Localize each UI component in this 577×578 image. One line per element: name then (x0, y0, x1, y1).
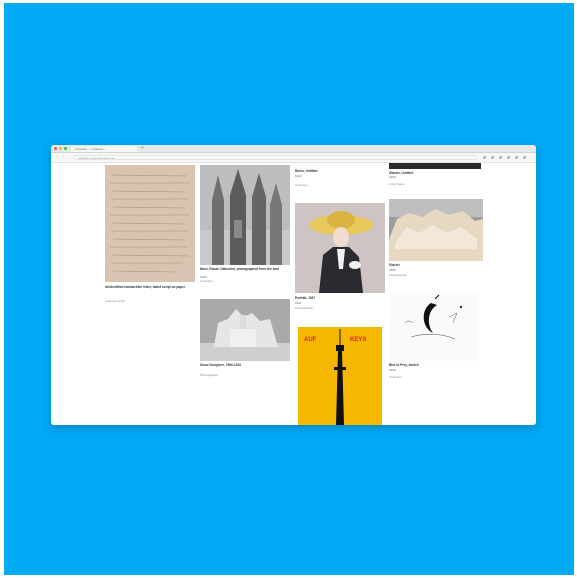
back-button[interactable]: ‹ (56, 154, 58, 161)
browser-window: Artworks — Collection + ‹ › collection.e… (51, 145, 536, 425)
artwork-image-strip[interactable] (389, 163, 481, 169)
artwork-card[interactable]: Snow Sculpture, 1906-1910 Photographer (200, 299, 290, 399)
artwork-card[interactable]: Ruins, Untitled 1922 Unknown (295, 169, 385, 199)
artwork-image-snow-sculpture[interactable] (200, 299, 290, 361)
artwork-artist: Photographer (389, 273, 408, 277)
artwork-title[interactable]: Nave, Rouen Cathedral, photographed from… (200, 267, 290, 271)
artwork-card[interactable]: Nave, Rouen Cathedral, photographed from… (200, 163, 290, 283)
minimize-window-dot[interactable] (59, 147, 62, 150)
artwork-card[interactable]: Glacier 1895 Photographer (389, 199, 483, 284)
navigation-bar: ‹ › collection.example/artworks (51, 153, 536, 163)
artwork-artist: Unknown (295, 183, 308, 187)
artwork-grid: Unidentified handwritten letter, faded s… (51, 163, 536, 425)
artwork-image-sketch[interactable] (391, 293, 479, 361)
artwork-image-letter[interactable] (105, 165, 195, 282)
artwork-date: 1937 (295, 301, 302, 305)
artwork-image-portrait[interactable] (295, 203, 385, 293)
artwork-image-cathedral[interactable] (200, 165, 290, 265)
address-bar[interactable]: collection.example/artworks (73, 155, 477, 160)
tab-active[interactable]: Artworks — Collection (71, 146, 137, 152)
share-icon[interactable] (507, 156, 510, 159)
artwork-image-poster[interactable]: AUF KEYS (298, 327, 382, 425)
backdrop: Artworks — Collection + ‹ › collection.e… (4, 3, 574, 575)
artwork-artist: Artist Name (389, 182, 405, 186)
artwork-card[interactable]: Unidentified handwritten letter, faded s… (105, 163, 195, 323)
artwork-date: 1922 (295, 174, 302, 178)
artwork-title[interactable]: Glacier (389, 263, 483, 267)
artwork-title[interactable]: Bird of Prey, sketch (389, 363, 481, 367)
artwork-artist: Unknown artist (105, 299, 125, 303)
artwork-date: 1930 (389, 368, 396, 372)
menu-icon[interactable] (523, 156, 526, 159)
forward-button[interactable]: › (63, 154, 65, 161)
close-window-dot[interactable] (54, 147, 57, 150)
artwork-title[interactable]: Snow Sculpture, 1906-1910 (200, 363, 290, 367)
artwork-card[interactable]: Portrait, 1937 1937 Photographer (295, 201, 385, 316)
tab-strip: Artworks — Collection + (51, 145, 536, 153)
bookmark-icon[interactable] (483, 156, 486, 159)
artwork-title[interactable]: Portrait, 1937 (295, 296, 385, 300)
artwork-date: 1895 (389, 268, 396, 272)
new-tab-button[interactable]: + (141, 145, 144, 152)
artwork-date: 1999 (389, 175, 396, 179)
download-icon[interactable] (515, 156, 518, 159)
artwork-artist: Unknown (200, 279, 213, 283)
artwork-title[interactable]: Unidentified handwritten letter, faded s… (105, 285, 195, 289)
artwork-image-glacier[interactable] (389, 199, 483, 261)
extensions-icon[interactable] (491, 156, 494, 159)
zoom-window-dot[interactable] (64, 147, 67, 150)
artwork-artist: Photographer (295, 306, 314, 310)
artwork-artist: Photographer (200, 373, 219, 377)
artwork-card[interactable]: Glacier, Untitled 1999 Artist Name (389, 163, 481, 193)
artwork-card[interactable]: Bird of Prey, sketch 1930 Unknown (389, 293, 481, 388)
artwork-card[interactable]: AUF KEYS (298, 327, 382, 425)
artwork-title[interactable]: Ruins, Untitled (295, 169, 385, 173)
artwork-artist: Unknown (389, 375, 402, 379)
profile-icon[interactable] (499, 156, 502, 159)
